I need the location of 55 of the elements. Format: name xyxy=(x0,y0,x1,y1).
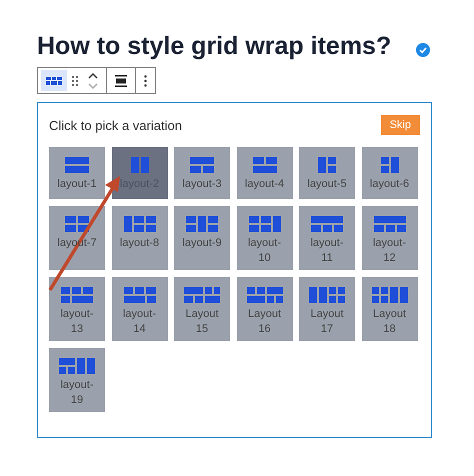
layout-label: layout-9 xyxy=(181,236,223,251)
layout-option[interactable]: layout-8 xyxy=(112,206,168,270)
drag-handle-icon xyxy=(72,76,78,86)
layout-label: layout-3 xyxy=(181,177,223,192)
layout-label: Layout 18 xyxy=(372,307,408,337)
layout-grid-icon xyxy=(246,214,282,234)
layout-label: layout-12 xyxy=(372,236,408,266)
layout-grid-icon xyxy=(246,285,282,305)
layout-label: layout-5 xyxy=(306,177,348,192)
layout-grid-icon xyxy=(309,214,345,234)
layout-label: layout-14 xyxy=(122,307,158,337)
layout-option[interactable]: Layout 15 xyxy=(174,277,230,341)
layout-option[interactable]: layout-6 xyxy=(362,147,418,199)
layout-option[interactable]: layout-3 xyxy=(174,147,230,199)
layout-option[interactable]: Layout 18 xyxy=(362,277,418,341)
layout-option[interactable]: layout-10 xyxy=(236,206,292,270)
layout-grid-icon xyxy=(184,214,220,234)
layout-label: Layout 17 xyxy=(309,307,345,337)
layout-option[interactable]: Layout 16 xyxy=(236,277,292,341)
layout-option[interactable]: layout-9 xyxy=(174,206,230,270)
grid-icon xyxy=(46,76,62,84)
layout-grid-icon xyxy=(372,214,408,234)
layout-label: layout-10 xyxy=(246,236,282,266)
layout-grid-icon xyxy=(59,285,95,305)
checkmark-icon xyxy=(416,43,430,57)
post-title: How to style grid wrap items? xyxy=(37,31,392,62)
layout-label: layout-4 xyxy=(244,177,286,192)
layout-option[interactable]: layout-13 xyxy=(49,277,105,341)
layout-option[interactable]: Layout 17 xyxy=(299,277,355,341)
layout-option[interactable]: layout-1 xyxy=(49,147,105,199)
skip-button[interactable]: Skip xyxy=(380,115,420,135)
layout-label: layout-13 xyxy=(59,307,95,337)
layout-option[interactable]: layout-12 xyxy=(362,206,418,270)
layout-option[interactable]: layout-4 xyxy=(236,147,292,199)
layout-option[interactable]: layout-11 xyxy=(299,206,355,270)
layout-grid-icon xyxy=(372,285,408,305)
layout-option[interactable]: layout-19 xyxy=(49,348,105,412)
layout-label: layout-1 xyxy=(56,177,98,192)
layout-grid-icon xyxy=(59,356,95,376)
block-type-button[interactable] xyxy=(41,70,67,91)
layout-label: Layout 16 xyxy=(246,307,282,337)
layout-grid-icon xyxy=(122,285,158,305)
layout-grid-icon xyxy=(184,285,220,305)
layout-label: layout-6 xyxy=(368,177,410,192)
layout-option[interactable]: layout-5 xyxy=(299,147,355,199)
layout-label: layout-19 xyxy=(59,378,95,408)
layout-option[interactable]: layout-14 xyxy=(112,277,168,341)
more-options-icon xyxy=(144,74,147,86)
layout-grid-icon xyxy=(122,214,158,234)
align-icon xyxy=(115,74,127,86)
instruction-text: Click to pick a variation xyxy=(49,118,182,132)
layout-label: Layout 15 xyxy=(184,307,220,337)
layout-grid-icon xyxy=(309,285,345,305)
layout-label: layout-8 xyxy=(118,236,160,251)
layout-label: layout-11 xyxy=(309,236,345,266)
